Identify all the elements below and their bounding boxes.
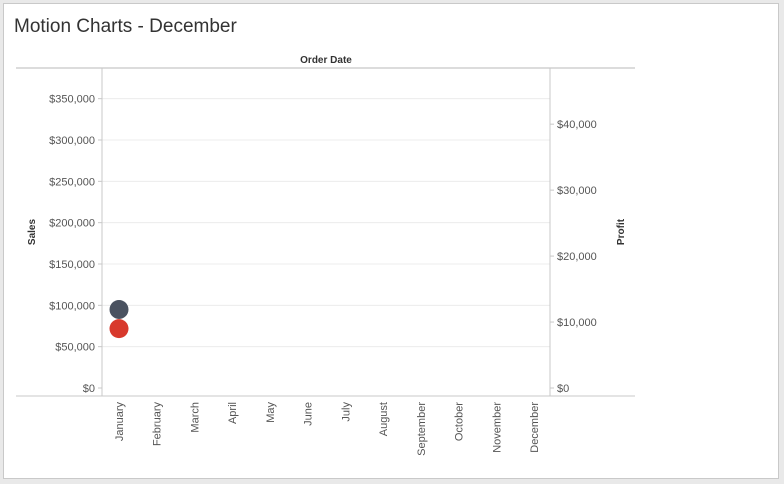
y-tick-label: $350,000 — [49, 94, 95, 106]
motion-chart: Order Date Sales Profit $0 $50,000 $100,00… — [16, 55, 635, 456]
y-tick-label: $250,000 — [49, 176, 95, 188]
x-tick-label: April — [227, 402, 239, 424]
y2-tick-label: $20,000 — [557, 251, 597, 263]
profit-point — [109, 319, 129, 339]
x-tick-label: May — [265, 402, 277, 423]
x-tick-label: July — [340, 402, 352, 422]
y2-tick-label: $10,000 — [557, 317, 597, 329]
y2-tick-label: $40,000 — [557, 119, 597, 131]
tick-labels: $0 $50,000 $100,000 $150,000 $200,000 $250,00… — [49, 94, 597, 456]
x-tick-label: January — [114, 402, 126, 442]
gridlines — [98, 98, 554, 389]
y2-tick-label: $0 — [557, 383, 569, 395]
y2-axis-title: Profit — [616, 218, 627, 245]
y-tick-label: $200,000 — [49, 218, 95, 230]
axes: Order Date Sales Profit — [16, 55, 635, 397]
y-axis-title: Sales — [27, 218, 38, 245]
y2-tick-label: $30,000 — [557, 185, 597, 197]
y-tick-label: $300,000 — [49, 135, 95, 147]
x-tick-label: March — [189, 402, 201, 433]
y-tick-label: $50,000 — [55, 342, 95, 354]
x-tick-label: February — [152, 402, 164, 447]
y-tick-label: $100,000 — [49, 300, 95, 312]
y-tick-label: $150,000 — [49, 259, 95, 271]
x-tick-label: September — [416, 402, 428, 456]
x-tick-label: November — [491, 402, 503, 453]
top-axis-title: Order Date — [300, 55, 352, 66]
sales-point — [109, 299, 129, 319]
x-tick-label: August — [378, 402, 390, 436]
y-tick-label: $0 — [83, 383, 95, 395]
x-tick-label: October — [454, 402, 466, 441]
x-tick-label: December — [529, 402, 541, 453]
chart-marks — [109, 299, 129, 339]
x-tick-label: June — [303, 402, 315, 426]
